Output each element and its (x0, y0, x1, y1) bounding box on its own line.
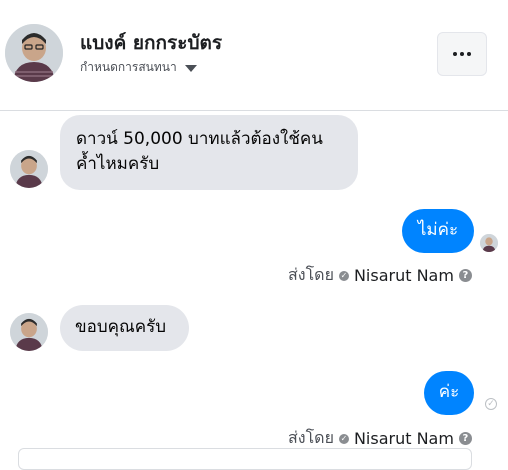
contact-name: แบงค์ ยกกระบัตร (80, 32, 223, 54)
help-icon[interactable]: ? (458, 269, 472, 282)
sender-name[interactable]: Nisarut Nam (354, 429, 454, 448)
message-line: ดาวน์ 50,000 บาทแล้วต้องใช้คน (76, 129, 323, 149)
outgoing-message-bubble[interactable]: ไม่ค่ะ (402, 209, 474, 253)
message-text: ขอบคุณครับ (75, 317, 167, 337)
message-line: ค้ำไหมครับ (76, 154, 160, 174)
more-options-button[interactable] (437, 32, 487, 76)
conversation-subtitle: กำหนดการสนทนา (80, 60, 177, 74)
sender-avatar[interactable] (10, 313, 48, 351)
caret-down-icon (184, 65, 197, 72)
more-dots-icon (453, 52, 471, 56)
person-avatar-icon (10, 150, 48, 188)
conversation-header: แบงค์ ยกกระบัตร กำหนดการสนทนา (0, 0, 508, 111)
message-text: ค่ะ (438, 382, 460, 402)
delivered-check-icon: ✓ (485, 398, 497, 410)
sent-by-label: ส่งโดย (288, 265, 334, 284)
message-composer[interactable] (18, 448, 472, 470)
incoming-message-bubble[interactable]: ดาวน์ 50,000 บาทแล้วต้องใช้คน ค้ำไหมครับ (60, 115, 358, 190)
person-avatar-icon (5, 24, 63, 82)
check-circle-icon: ✓ (338, 270, 349, 281)
message-text: ไม่ค่ะ (417, 220, 459, 240)
person-avatar-icon (480, 234, 498, 252)
seen-avatar (480, 234, 498, 252)
conversation-schedule-dropdown[interactable]: กำหนดการสนทนา (80, 58, 197, 77)
sent-by-info: ส่งโดย ✓ Nisarut Nam ? (288, 263, 472, 288)
incoming-message-bubble[interactable]: ขอบคุณครับ (60, 305, 189, 351)
person-avatar-icon (10, 313, 48, 351)
check-circle-icon: ✓ (338, 433, 349, 444)
help-icon[interactable]: ? (458, 432, 472, 445)
sender-avatar[interactable] (10, 150, 48, 188)
contact-avatar[interactable] (5, 24, 63, 82)
outgoing-message-bubble[interactable]: ค่ะ (424, 371, 474, 415)
sender-name[interactable]: Nisarut Nam (354, 266, 454, 285)
